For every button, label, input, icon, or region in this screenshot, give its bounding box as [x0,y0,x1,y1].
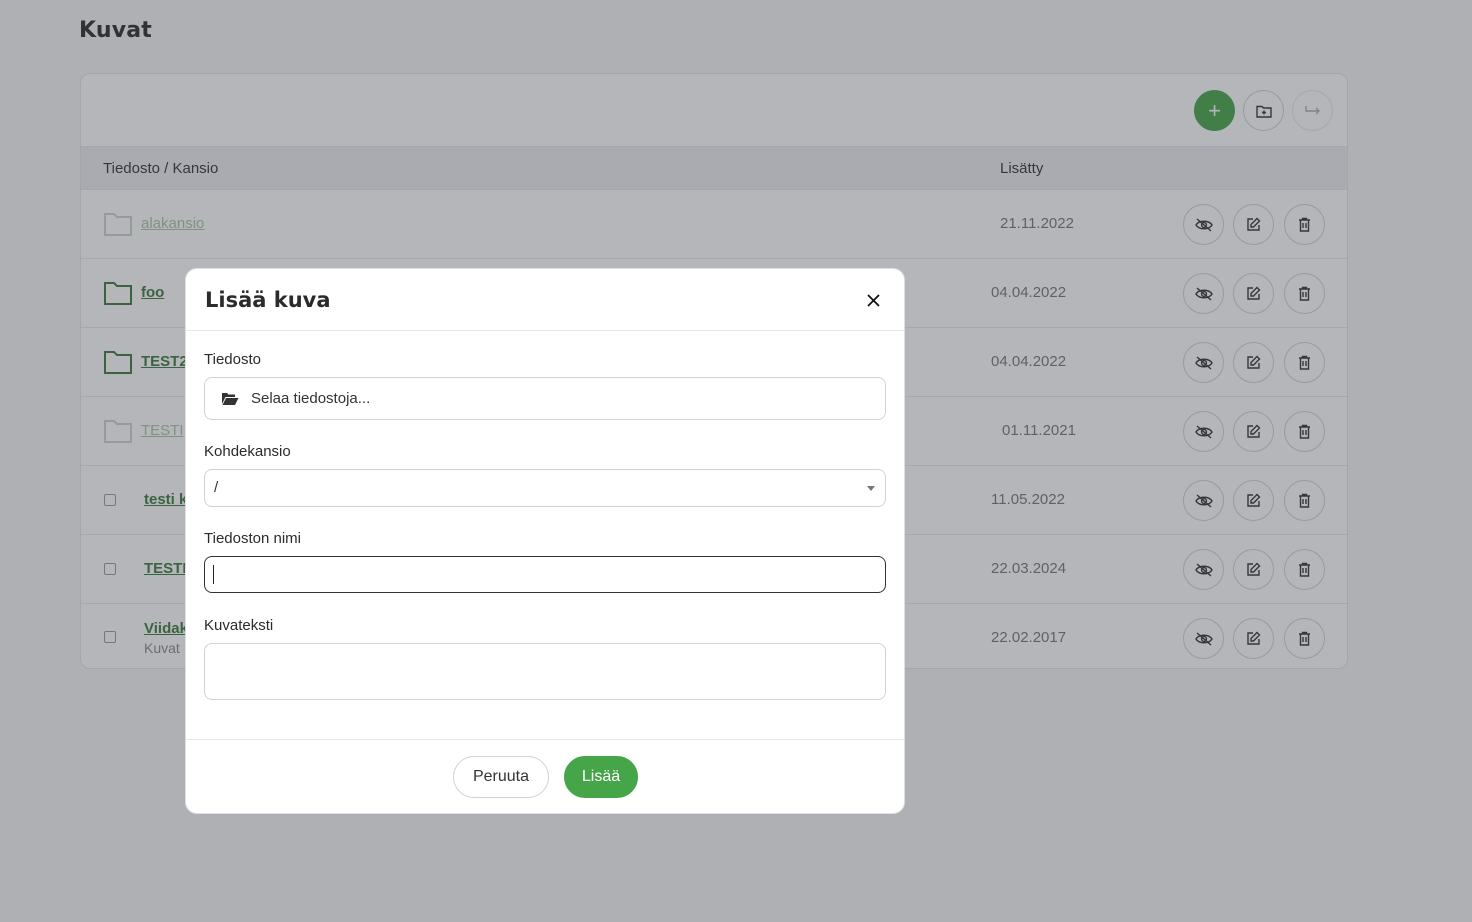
close-icon [866,293,880,307]
caption-label: Kuvateksti [204,617,274,634]
filename-label: Tiedoston nimi [204,530,301,547]
target-folder-label: Kohdekansio [204,443,291,460]
text-cursor [213,565,214,584]
close-button[interactable] [864,291,882,309]
target-folder-select[interactable]: / [204,469,886,507]
cancel-button[interactable]: Peruuta [453,756,549,798]
chevron-down-icon [867,486,875,491]
file-browse-placeholder: Selaa tiedostoja... [251,390,371,407]
target-folder-value: / [214,479,219,496]
file-browse-input[interactable]: Selaa tiedostoja... [204,377,886,420]
dialog-title: Lisää kuva [205,288,331,312]
dialog-footer: Peruuta Lisää [186,739,904,815]
add-image-dialog: Lisää kuva Tiedosto Selaa tiedostoja... … [185,268,905,814]
submit-button[interactable]: Lisää [564,756,638,798]
filename-input[interactable] [204,556,886,593]
folder-open-icon [222,392,239,405]
dialog-header: Lisää kuva [186,269,904,331]
file-label: Tiedosto [204,351,261,368]
caption-textarea[interactable] [204,643,886,700]
